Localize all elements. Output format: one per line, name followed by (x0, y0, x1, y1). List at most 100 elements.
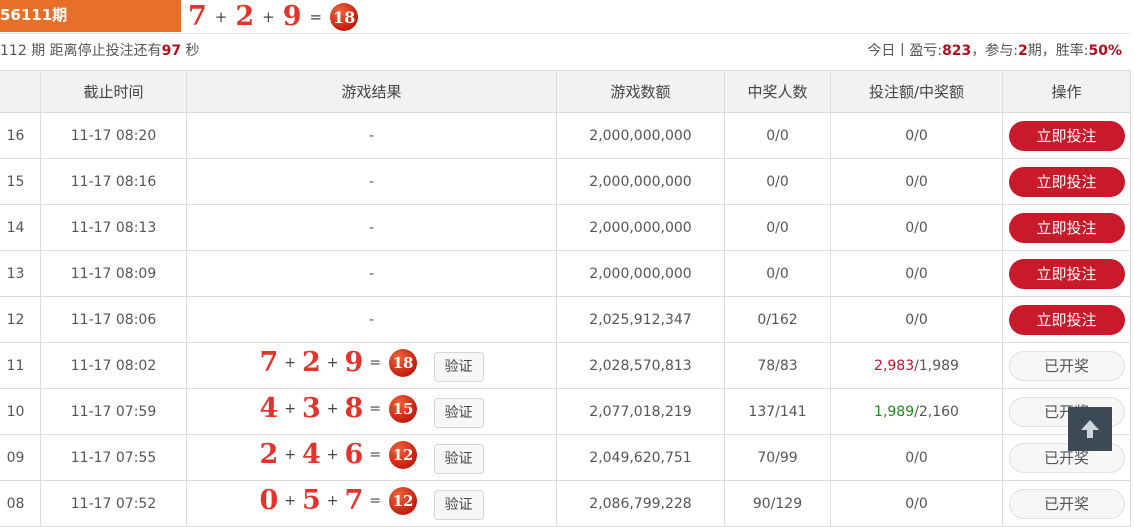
issue-number: 16 (0, 112, 41, 159)
result-digit-1: 7 (259, 347, 279, 378)
col-amount: 游戏数额 (556, 70, 725, 113)
drawn-status-button[interactable]: 已开奖 (1008, 350, 1125, 381)
plus-sign: + (262, 8, 275, 26)
table-row: 12 11-17 08:06 - 2,025,912,347 0/162 0/0… (0, 296, 1131, 343)
bet-win-amount: 0/0 (830, 158, 1003, 205)
game-amount: 2,086,799,228 (556, 480, 725, 527)
result-digit-3: 6 (344, 439, 364, 470)
game-result: - (186, 204, 557, 251)
issue-number: 12 (0, 296, 41, 343)
plus-sign: + (214, 8, 228, 26)
bet-win-amount: 1,989/2,160 (830, 388, 1003, 435)
bet-win-amount: 2,983/1,989 (830, 342, 1003, 389)
today-profit: 823 (942, 43, 972, 59)
table-row: 09 11-17 07:55 2 + 4 + 6 = 12 验证 2,049,6… (0, 434, 1131, 481)
result-sum-ball: 15 (389, 395, 418, 423)
drawn-status-button[interactable]: 已开奖 (1008, 488, 1125, 519)
result-formula: 4 + 3 + 8 = 15 (259, 393, 418, 424)
table-row: 15 11-17 08:16 - 2,000,000,000 0/0 0/0 立… (0, 158, 1131, 205)
issues-table: 截止时间 游戏结果 游戏数额 中奖人数 投注额/中奖额 操作 16 11-17 … (0, 70, 1131, 527)
col-action: 操作 (1002, 70, 1131, 113)
back-to-top-button[interactable] (1068, 407, 1112, 451)
game-result: 4 + 3 + 8 = 15 验证 (186, 388, 557, 435)
verify-button[interactable]: 验证 (433, 398, 484, 428)
result-digit-1: 7 (188, 1, 207, 32)
today-participate: 2 (1018, 43, 1028, 59)
result-formula: 7 + 2 + 9 = 18 (259, 347, 418, 378)
today-win-rate: 50% (1088, 43, 1122, 59)
deadline-time: 11-17 08:13 (40, 204, 187, 251)
bet-win-amount: 0/0 (830, 434, 1003, 481)
issue-number: 14 (0, 204, 41, 251)
equals-sign: = (369, 401, 382, 417)
game-result: - (186, 250, 557, 297)
current-issue-tab[interactable]: 56111期 (0, 0, 181, 32)
result-digit-2: 2 (302, 347, 321, 378)
result-sum-ball: 18 (330, 3, 359, 31)
plus-sign: + (326, 447, 339, 463)
result-sum-ball: 12 (389, 441, 418, 469)
result-digit-2: 3 (302, 393, 321, 424)
bet-win-amount: 0/0 (830, 250, 1003, 297)
winner-count: 0/0 (724, 158, 831, 205)
plus-sign: + (326, 355, 339, 371)
issue-number: 09 (0, 434, 41, 481)
deadline-time: 11-17 07:55 (40, 434, 187, 481)
info-bar: 112 期 距离停止投注还有97 秒 今日丨盈亏:823，参与:2期，胜率:50… (0, 34, 1130, 70)
header-bar: 56111期 7 + 2 + 9 = 18 (0, 0, 1130, 33)
result-digit-3: 9 (282, 1, 302, 32)
bet-win-amount: 0/0 (830, 296, 1003, 343)
plus-sign: + (284, 493, 296, 509)
bet-now-button[interactable]: 立即投注 (1008, 166, 1125, 197)
table-row: 10 11-17 07:59 4 + 3 + 8 = 15 验证 2,077,0… (0, 388, 1131, 435)
bet-now-button[interactable]: 立即投注 (1008, 120, 1125, 151)
bet-now-button[interactable]: 立即投注 (1008, 258, 1125, 289)
today-stats: 今日丨盈亏:823，参与:2期，胜率:50% (867, 43, 1122, 59)
result-digit-3: 8 (344, 393, 364, 424)
winner-count: 0/0 (724, 112, 831, 159)
deadline-time: 11-17 08:06 (40, 296, 187, 343)
game-result: - (186, 158, 557, 205)
plus-sign: + (284, 447, 296, 463)
bet-amount: 1,989 (874, 403, 915, 420)
winner-count: 90/129 (724, 480, 831, 527)
game-amount: 2,000,000,000 (556, 204, 725, 251)
table-row: 11 11-17 08:02 7 + 2 + 9 = 18 验证 2,028,5… (0, 342, 1131, 389)
game-result: 7 + 2 + 9 = 18 验证 (186, 342, 557, 389)
winner-count: 0/0 (724, 204, 831, 251)
verify-button[interactable]: 验证 (433, 444, 484, 474)
bet-now-button[interactable]: 立即投注 (1008, 304, 1125, 335)
table-row: 13 11-17 08:09 - 2,000,000,000 0/0 0/0 立… (0, 250, 1131, 297)
game-result: - (186, 112, 557, 159)
table-row: 16 11-17 08:20 - 2,000,000,000 0/0 0/0 立… (0, 112, 1131, 159)
arrow-up-icon (1081, 420, 1099, 438)
result-digit-2: 4 (302, 439, 321, 470)
game-amount: 2,077,018,219 (556, 388, 725, 435)
bet-win-amount: 0/0 (830, 480, 1003, 527)
deadline-time: 11-17 08:09 (40, 250, 187, 297)
col-result: 游戏结果 (186, 70, 557, 113)
countdown-text: 112 期 距离停止投注还有97 秒 (0, 43, 200, 59)
col-winners: 中奖人数 (724, 70, 831, 113)
deadline-time: 11-17 07:59 (40, 388, 187, 435)
verify-button[interactable]: 验证 (433, 352, 484, 382)
plus-sign: + (284, 355, 296, 371)
game-result: 2 + 4 + 6 = 12 验证 (186, 434, 557, 481)
deadline-time: 11-17 08:02 (40, 342, 187, 389)
result-digit-3: 9 (344, 347, 364, 378)
issue-number: 08 (0, 480, 41, 527)
winner-count: 137/141 (724, 388, 831, 435)
table-row: 08 11-17 07:52 0 + 5 + 7 = 12 验证 2,086,7… (0, 480, 1131, 527)
bet-now-button[interactable]: 立即投注 (1008, 212, 1125, 243)
verify-button[interactable]: 验证 (433, 490, 484, 520)
bet-amount: 2,983 (874, 357, 915, 374)
result-sum-ball: 18 (389, 349, 418, 377)
game-amount: 2,000,000,000 (556, 158, 725, 205)
bet-win-amount: 0/0 (830, 112, 1003, 159)
issue-number: 11 (0, 342, 41, 389)
plus-sign: + (326, 493, 339, 509)
plus-sign: + (326, 401, 339, 417)
deadline-time: 11-17 08:16 (40, 158, 187, 205)
equals-sign: = (369, 355, 382, 371)
game-amount: 2,049,620,751 (556, 434, 725, 481)
